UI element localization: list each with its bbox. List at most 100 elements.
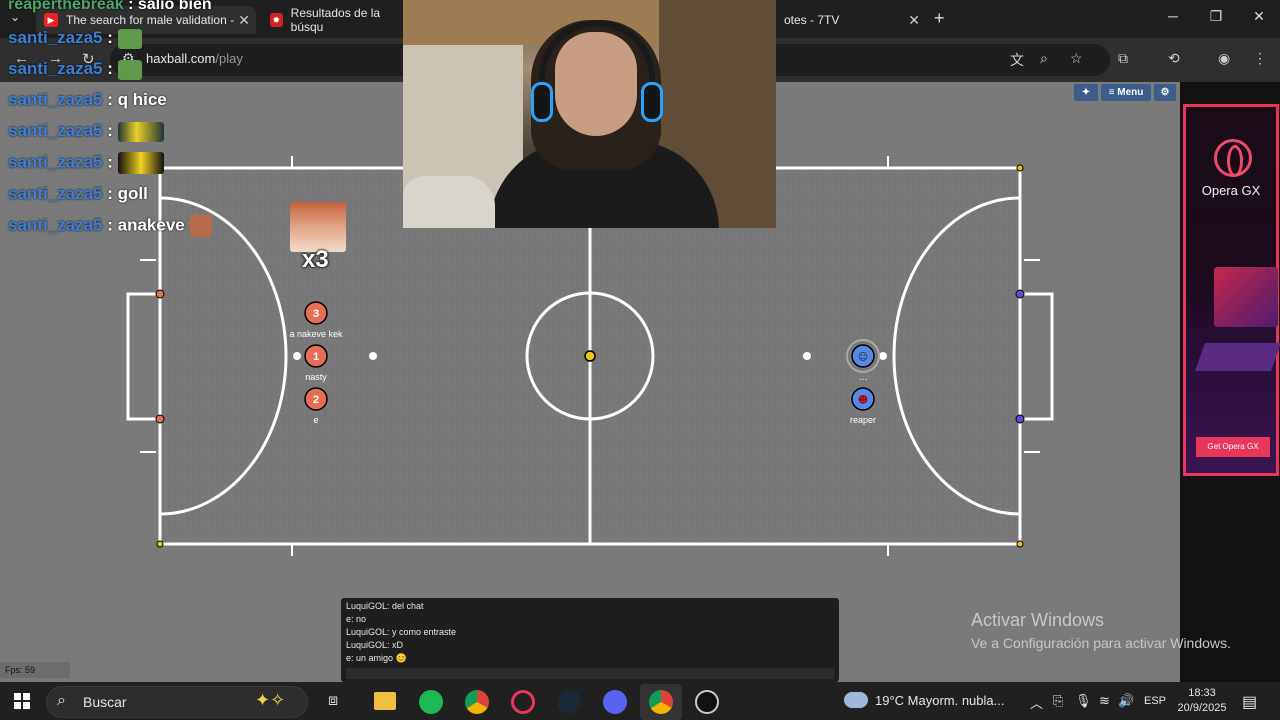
kickoff-dot — [803, 352, 811, 360]
player-avatar-emoji-icon: ☺ — [858, 352, 868, 363]
windows-logo-icon — [23, 702, 30, 709]
spotify-icon[interactable] — [419, 690, 443, 714]
wifi-icon[interactable]: ≋ — [1099, 693, 1110, 709]
overlay-chat-line: santi_zaza5 : q hice — [8, 90, 167, 109]
microphone-icon[interactable]: 🎙 — [1075, 693, 1092, 709]
tab-search-results[interactable]: ✹ Resultados de la búsqu — [262, 6, 404, 34]
activate-windows-notice: Activar Windows Ve a Configuración para … — [971, 610, 1231, 651]
headset-earcup — [641, 82, 663, 122]
chat-message: e: no — [346, 614, 367, 624]
headset-earcup — [531, 82, 553, 122]
more-menu-icon[interactable]: ⋮ — [1253, 50, 1267, 67]
windows-logo-icon — [14, 702, 21, 709]
player-name: nasty — [305, 372, 327, 382]
laughing-man-emote-icon — [189, 215, 212, 237]
zoom-icon[interactable]: ⌕ — [1040, 50, 1048, 67]
obs-icon[interactable] — [695, 690, 719, 714]
discord-icon[interactable] — [603, 690, 627, 714]
language-indicator[interactable]: ESP — [1144, 695, 1166, 707]
chrome-icon[interactable] — [649, 690, 673, 714]
right-post-top — [1015, 289, 1025, 299]
close-tab-icon[interactable]: ✕ — [908, 12, 920, 29]
player-red-1: 1 nasty — [304, 344, 328, 382]
overlay-chat-line: santi_zaza5 : — [8, 28, 142, 49]
weather-cloud-icon — [844, 692, 868, 708]
menu-button[interactable]: ≡ Menu — [1101, 84, 1151, 101]
minimize-button[interactable]: ─ — [1158, 8, 1188, 24]
windows-logo-icon — [14, 693, 21, 700]
overlay-chat-line: santi_zaza5 : anakeve — [8, 215, 212, 237]
steam-icon[interactable] — [557, 690, 581, 714]
player-name: reaper — [850, 415, 876, 425]
url-text[interactable]: haxball.com/play — [146, 51, 243, 66]
clock[interactable]: 18:33 20/9/2025 — [1176, 686, 1228, 716]
ad-keyboard-image — [1194, 343, 1280, 371]
corner-marker — [1016, 164, 1024, 172]
overlay-chat-line: santi_zaza5 : — [8, 121, 164, 142]
volume-icon[interactable]: 🔊 — [1118, 693, 1134, 709]
windows-logo-icon — [23, 693, 30, 700]
new-tab-button[interactable]: + — [934, 8, 945, 29]
leave-room-button[interactable]: ✦ — [1074, 84, 1098, 101]
player-number: 2 — [313, 394, 319, 406]
opera-logo-icon — [1214, 139, 1252, 177]
right-post-bottom — [1015, 414, 1025, 424]
tab-title: Resultados de la búsqu — [290, 6, 381, 34]
close-tab-icon[interactable]: ✕ — [238, 12, 250, 29]
typing-indicator-icon: … — [859, 373, 868, 383]
maximize-button[interactable]: ❐ — [1201, 8, 1231, 25]
chat-message: LuquiGOL: y como entraste — [346, 627, 457, 637]
start-button[interactable] — [14, 693, 30, 709]
sponge-emote-icon — [117, 121, 164, 142]
opera-gx-ad[interactable]: Opera GX Get Opera GX — [1183, 104, 1280, 476]
task-view-icon[interactable]: ⧈ — [328, 692, 338, 710]
search-icon: ⌕ — [57, 692, 66, 709]
translate-icon[interactable]: 文 — [1010, 50, 1024, 70]
corner-marker — [156, 540, 164, 548]
extensions-icon[interactable]: ⧉ — [1118, 50, 1128, 67]
tab-7tv[interactable]: otes - 7TV ✕ — [776, 6, 926, 34]
webcam-overlay — [403, 0, 776, 228]
tab-title: otes - 7TV — [784, 13, 840, 27]
opera-gx-icon[interactable] — [511, 690, 535, 714]
corner-marker — [1016, 540, 1024, 548]
laughing-man-emote-icon — [290, 202, 346, 252]
close-window-button[interactable]: ✕ — [1244, 8, 1274, 25]
emote-multiplier: x3 — [302, 246, 329, 273]
ad-monitor-image — [1214, 267, 1278, 327]
clock-date: 20/9/2025 — [1177, 702, 1227, 714]
get-opera-gx-button[interactable]: Get Opera GX — [1196, 437, 1270, 457]
chat-message: LuquiGOL: del chat — [346, 601, 424, 611]
chevron-up-icon[interactable]: ︿ — [1030, 693, 1043, 712]
minion-emote-icon — [117, 152, 164, 174]
overlay-chat-line: reaperthebreak : salio bien — [8, 0, 212, 13]
left-post-top — [155, 289, 165, 299]
bookmark-star-icon[interactable]: ☆ — [1070, 50, 1083, 67]
ball — [584, 350, 596, 362]
chat-input[interactable] — [346, 668, 834, 679]
player-avatar-emoji-icon: ☻ — [858, 394, 868, 406]
kickoff-dot — [293, 352, 301, 360]
pepe-emote-icon — [117, 59, 142, 80]
player-name: e — [313, 415, 318, 425]
gear-favicon-icon: ✹ — [270, 13, 283, 27]
chat-message: LuquiGOL: xD — [346, 640, 404, 650]
profile-sync-icon[interactable]: ⟲ — [1168, 50, 1180, 67]
overlay-chat-line: santi_zaza5 : — [8, 59, 142, 80]
notification-icon[interactable]: ▤ — [1242, 692, 1257, 712]
chrome-icon[interactable] — [465, 690, 489, 714]
taskbar-search[interactable]: ⌕ Buscar ✦✧ — [46, 686, 308, 718]
avatar[interactable]: ◉ — [1218, 50, 1230, 67]
file-explorer-icon[interactable] — [374, 692, 396, 710]
kickoff-dot — [879, 352, 887, 360]
camera-icon[interactable]: ⎘ — [1053, 693, 1063, 709]
ad-brand: Opera GX — [1201, 183, 1261, 198]
right-goal — [1020, 292, 1054, 421]
player-number: 1 — [313, 351, 319, 363]
settings-gear-icon[interactable]: ⚙ — [1154, 84, 1176, 101]
overlay-chat-line: santi_zaza5 : — [8, 152, 164, 174]
tab-title: The search for male validation - — [66, 13, 235, 27]
player-number: 3 — [313, 308, 319, 320]
sparkle-icon: ✦✧ — [255, 690, 286, 710]
weather-text[interactable]: 19°C Mayorm. nubla... — [875, 693, 1004, 708]
